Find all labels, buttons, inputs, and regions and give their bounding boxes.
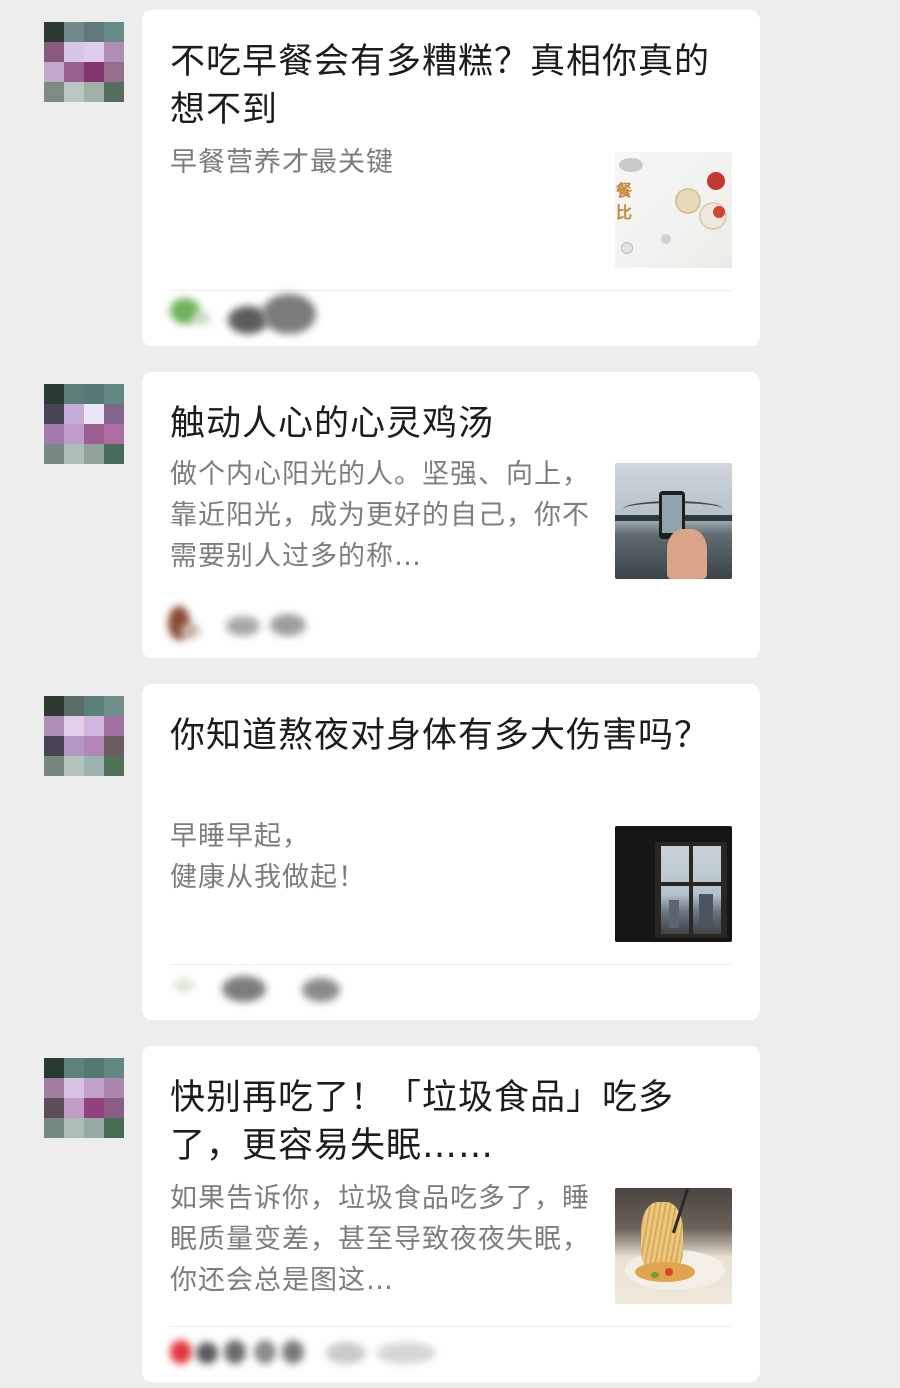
article-source[interactable] — [166, 292, 466, 340]
message-row: 不吃早餐会有多糟糕？真相你真的想不到 早餐营养才最关键 餐 比 — [0, 0, 900, 360]
article-title[interactable]: 快别再吃了！「垃圾食品」吃多了，更容易失眠…… — [170, 1074, 730, 1170]
article-source[interactable] — [166, 966, 466, 1014]
article-source[interactable] — [166, 1328, 486, 1376]
avatar[interactable] — [44, 1058, 124, 1138]
article-summary: 早睡早起， 健康从我做起！ — [170, 821, 366, 893]
article-title[interactable]: 你知道熬夜对身体有多大伤害吗？ — [170, 712, 730, 760]
card-divider — [170, 964, 732, 965]
article-card[interactable]: 触动人心的心灵鸡汤 做个内心阳光的人。坚强、向上，靠近阳光，成为更好的自己，你不… — [142, 372, 760, 658]
article-feed: 不吃早餐会有多糟糕？真相你真的想不到 早餐营养才最关键 餐 比 触动人心的心灵鸡… — [0, 0, 900, 1388]
article-thumbnail[interactable] — [615, 1188, 732, 1304]
card-divider — [170, 290, 732, 291]
message-row: 快别再吃了！「垃圾食品」吃多了，更容易失眠…… 如果告诉你，垃圾食品吃多了，睡眠… — [0, 1036, 900, 1388]
article-thumbnail[interactable] — [615, 826, 732, 942]
thumbnail-overlay-text: 餐 比 — [616, 181, 633, 222]
card-divider — [170, 1326, 732, 1327]
avatar[interactable] — [44, 384, 124, 464]
avatar[interactable] — [44, 22, 124, 102]
avatar[interactable] — [44, 696, 124, 776]
article-card[interactable]: 不吃早餐会有多糟糕？真相你真的想不到 早餐营养才最关键 餐 比 — [142, 10, 760, 346]
message-row: 触动人心的心灵鸡汤 做个内心阳光的人。坚强、向上，靠近阳光，成为更好的自己，你不… — [0, 362, 900, 672]
article-summary: 早餐营养才最关键 — [170, 147, 394, 178]
article-thumbnail[interactable] — [615, 463, 732, 579]
article-summary: 如果告诉你，垃圾食品吃多了，睡眠质量变差，甚至导致夜夜失眠，你还会总是图这… — [170, 1183, 590, 1296]
message-row: 你知道熬夜对身体有多大伤害吗？ 早睡早起， 健康从我做起！ — [0, 674, 900, 1036]
article-source[interactable] — [166, 600, 466, 648]
article-card[interactable]: 快别再吃了！「垃圾食品」吃多了，更容易失眠…… 如果告诉你，垃圾食品吃多了，睡眠… — [142, 1046, 760, 1382]
article-summary: 做个内心阳光的人。坚强、向上，靠近阳光，成为更好的自己，你不需要别人过多的称… — [170, 459, 590, 572]
article-title[interactable]: 不吃早餐会有多糟糕？真相你真的想不到 — [170, 38, 730, 134]
article-card[interactable]: 你知道熬夜对身体有多大伤害吗？ 早睡早起， 健康从我做起！ — [142, 684, 760, 1020]
article-thumbnail[interactable]: 餐 比 — [615, 152, 732, 268]
article-title[interactable]: 触动人心的心灵鸡汤 — [170, 400, 730, 448]
